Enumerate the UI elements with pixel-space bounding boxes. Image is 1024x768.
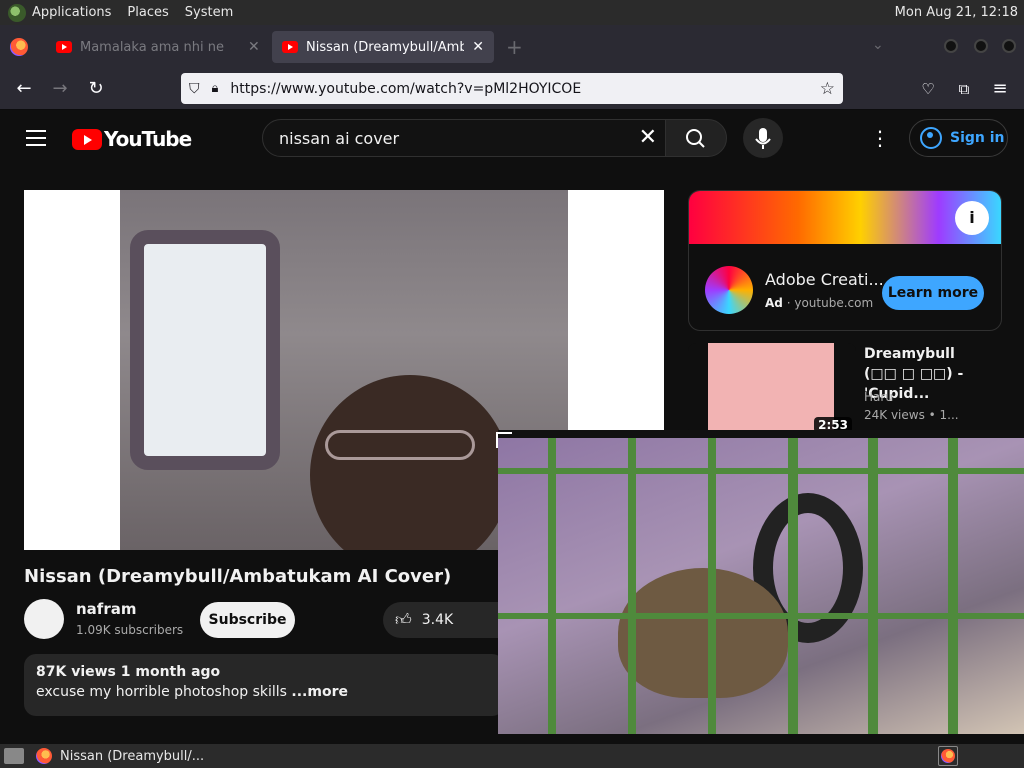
youtube-play-icon <box>72 128 102 150</box>
person <box>310 375 510 550</box>
search-input[interactable]: nissan ai cover ✕ <box>262 119 666 157</box>
clock[interactable]: Mon Aug 21, 12:18 <box>895 5 1018 20</box>
channel-name[interactable]: nafram <box>76 600 136 618</box>
yt-header: YouTube nissan ai cover ✕ ⋮ Sign in <box>0 110 1024 166</box>
bookmark-star-icon[interactable]: ☆ <box>820 79 835 99</box>
guide-menu-icon[interactable] <box>26 130 46 146</box>
url-bar[interactable]: ⛉ 🔒︎ https://www.youtube.com/watch?v=pMl… <box>181 73 843 104</box>
resize-cursor-icon <box>496 432 512 448</box>
youtube-favicon-icon <box>56 41 72 53</box>
close-tab-icon[interactable]: ✕ <box>472 39 484 55</box>
subscribe-button[interactable]: Subscribe <box>200 602 295 638</box>
sign-in-label: Sign in <box>950 130 1005 146</box>
recommendation-channel[interactable]: Haru <box>864 390 893 404</box>
glasses <box>325 430 475 460</box>
firefox-view-icon[interactable] <box>10 38 28 56</box>
ad-sub: Ad · youtube.com <box>765 296 874 310</box>
new-tab-icon[interactable]: + <box>506 35 523 59</box>
minimize-icon[interactable] <box>944 39 958 53</box>
extensions-icon[interactable]: ⧉ <box>952 77 976 101</box>
video-title: Nissan (Dreamybull/Ambatukam AI Cover) <box>24 566 452 587</box>
ad-banner-image[interactable]: i <box>689 191 1001 244</box>
settings-kebab-icon[interactable]: ⋮ <box>870 126 890 150</box>
cage-bar <box>498 613 1024 619</box>
search-button[interactable] <box>665 119 727 157</box>
description-text: excuse my horrible photoshop skills <box>36 684 287 700</box>
taskbar: Nissan (Dreamybull/... <box>0 744 1024 768</box>
show-desktop-icon[interactable] <box>4 748 24 764</box>
top-panel: Applications Places System Mon Aug 21, 1… <box>0 0 1024 25</box>
subscriber-count: 1.09K subscribers <box>76 623 184 637</box>
cage-bar <box>548 438 556 734</box>
taskbar-window-label: Nissan (Dreamybull/... <box>60 748 205 764</box>
search-query[interactable]: nissan ai cover <box>279 129 399 148</box>
voice-search-button[interactable] <box>743 118 783 158</box>
pip-video-window[interactable] <box>498 430 1024 734</box>
info-icon[interactable]: i <box>955 201 989 235</box>
clear-search-icon[interactable]: ✕ <box>639 127 657 149</box>
taskbar-window-button[interactable]: Nissan (Dreamybull/... <box>30 745 230 767</box>
more-link[interactable]: ...more <box>291 684 348 700</box>
cage-bar <box>628 438 636 734</box>
ad-domain: youtube.com <box>794 296 874 310</box>
applications-menu[interactable]: Applications <box>32 5 111 20</box>
system-menu[interactable]: System <box>185 5 233 20</box>
recommendation-views: 24K views • 1... <box>864 408 959 422</box>
car-window <box>130 230 280 470</box>
places-menu[interactable]: Places <box>127 5 168 20</box>
youtube-favicon-icon <box>282 41 298 53</box>
menu-icon[interactable]: ≡ <box>988 77 1012 101</box>
like-count: 3.4K <box>421 612 454 628</box>
reload-icon[interactable]: ↻ <box>84 77 108 101</box>
youtube-logo-text: YouTube <box>104 127 192 151</box>
back-icon[interactable]: ← <box>12 77 36 101</box>
monkey <box>618 568 788 698</box>
cage-bar <box>868 438 878 734</box>
views-date: 87K views 1 month ago <box>36 664 221 680</box>
tab-bar: Mamalaka ama nhi ne ✕ Nissan (Dreamybull… <box>0 25 1024 68</box>
ad-badge: Ad <box>765 296 783 310</box>
adobe-creative-cloud-logo[interactable] <box>705 266 753 314</box>
microphone-icon <box>755 128 771 149</box>
channel-avatar[interactable] <box>24 599 64 639</box>
close-tab-icon[interactable]: ✕ <box>248 39 260 55</box>
tab-title: Mamalaka ama nhi ne <box>80 39 224 55</box>
lock-icon[interactable]: 🔒︎ <box>212 81 219 96</box>
search-icon <box>686 129 705 148</box>
sign-in-button[interactable]: Sign in <box>909 119 1008 157</box>
pocket-icon[interactable]: ♡ <box>916 77 940 101</box>
learn-more-button[interactable]: Learn more <box>882 276 984 310</box>
recommendation-thumbnail[interactable]: 2:53 <box>688 343 856 437</box>
close-window-icon[interactable] <box>1002 39 1016 53</box>
shield-icon[interactable]: ⛉ <box>189 81 200 97</box>
thumbs-up-icon: 👍︎ <box>395 610 412 629</box>
firefox-icon <box>941 749 955 763</box>
nav-bar: ← → ↻ ⛉ 🔒︎ https://www.youtube.com/watch… <box>0 68 1024 110</box>
ad-title[interactable]: Adobe Creati... <box>765 270 884 289</box>
distro-logo-icon[interactable] <box>8 3 26 22</box>
workspace-switcher[interactable] <box>938 746 958 766</box>
like-button[interactable]: 👍︎ 3.4K <box>383 602 503 638</box>
cage-bar <box>708 438 716 734</box>
cage-bar <box>788 438 798 734</box>
description-box[interactable]: 87K views 1 month ago excuse my horrible… <box>24 654 504 716</box>
forward-icon[interactable]: → <box>48 77 72 101</box>
youtube-logo[interactable]: YouTube <box>72 127 192 151</box>
tab-active[interactable]: Nissan (Dreamybull/Ambatu ✕ <box>272 31 494 63</box>
url-text[interactable]: https://www.youtube.com/watch?v=pMl2HOYI… <box>230 81 581 97</box>
cage-bar <box>948 438 958 734</box>
tab-title: Nissan (Dreamybull/Ambatu <box>306 39 465 55</box>
account-icon <box>920 127 942 149</box>
firefox-icon <box>36 748 52 764</box>
list-tabs-icon[interactable]: ⌄ <box>872 37 884 53</box>
cage-bar <box>498 468 1024 474</box>
tab-inactive[interactable]: Mamalaka ama nhi ne ✕ <box>46 31 270 63</box>
maximize-icon[interactable] <box>974 39 988 53</box>
